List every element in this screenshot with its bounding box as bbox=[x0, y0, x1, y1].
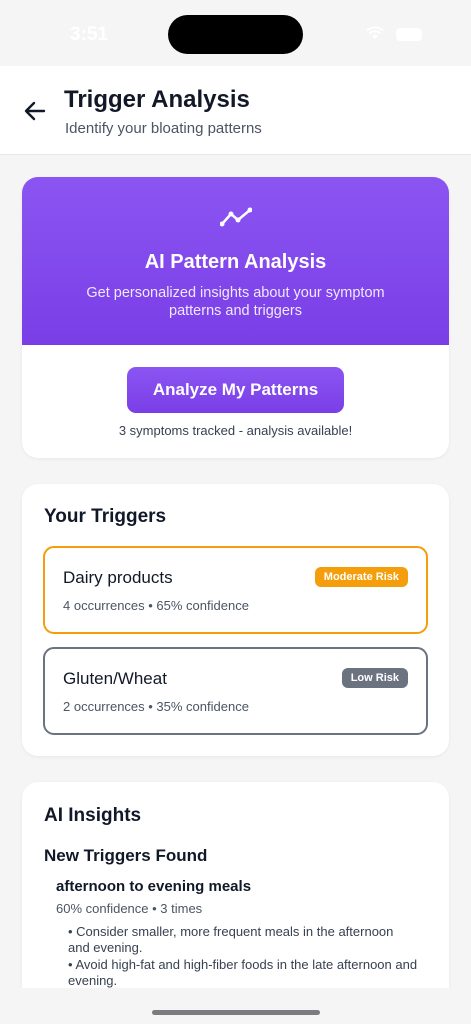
ai-title: AI Pattern Analysis bbox=[144, 251, 327, 273]
battery-icon bbox=[396, 28, 422, 41]
dynamic-island bbox=[168, 15, 303, 54]
triggers-title: Your Triggers bbox=[44, 506, 167, 527]
header: Trigger Analysis Identify your bloating … bbox=[0, 66, 471, 155]
ai-description: Get personalized insights about your sym… bbox=[86, 285, 385, 319]
insight-name: afternoon to evening meals bbox=[56, 878, 252, 895]
new-triggers-title: New Triggers Found bbox=[44, 846, 208, 865]
risk-badge: Moderate Risk bbox=[314, 567, 408, 587]
bottom-bar bbox=[0, 988, 471, 1024]
analysis-note: 3 symptoms tracked - analysis available! bbox=[118, 423, 353, 438]
page-subtitle: Identify your bloating patterns bbox=[65, 120, 262, 137]
back-arrow-icon[interactable] bbox=[22, 98, 48, 124]
insight-bullet: • Avoid high-fat and high-fiber foods in… bbox=[68, 957, 418, 988]
ai-analysis-card: AI Pattern Analysis Get personalized ins… bbox=[22, 177, 449, 458]
insights-title: AI Insights bbox=[44, 805, 142, 826]
insight-bullet: • Consider smaller, more frequent meals … bbox=[68, 924, 394, 955]
wifi-icon bbox=[366, 26, 384, 39]
trigger-name: Gluten/Wheat bbox=[63, 669, 167, 688]
insight-meta: 60% confidence • 3 times bbox=[56, 901, 203, 916]
ai-hero: AI Pattern Analysis Get personalized ins… bbox=[22, 177, 449, 345]
trigger-item-gluten[interactable]: Gluten/Wheat 2 occurrences • 35% confide… bbox=[43, 647, 428, 735]
trend-icon bbox=[220, 207, 252, 227]
trigger-item-dairy[interactable]: Dairy products 4 occurrences • 65% confi… bbox=[43, 546, 428, 634]
status-time: 3:51 bbox=[70, 24, 109, 45]
trigger-meta: 2 occurrences • 35% confidence bbox=[63, 699, 249, 714]
trigger-name: Dairy products bbox=[63, 568, 173, 587]
trigger-meta: 4 occurrences • 65% confidence bbox=[63, 598, 249, 613]
home-indicator[interactable] bbox=[152, 1010, 320, 1015]
risk-badge: Low Risk bbox=[341, 668, 408, 688]
page-title: Trigger Analysis bbox=[64, 86, 250, 113]
analyze-patterns-button[interactable]: Analyze My Patterns bbox=[127, 367, 344, 413]
triggers-card: Your Triggers Dairy products 4 occurrenc… bbox=[22, 484, 449, 756]
status-bar: 3:51 bbox=[0, 0, 471, 66]
